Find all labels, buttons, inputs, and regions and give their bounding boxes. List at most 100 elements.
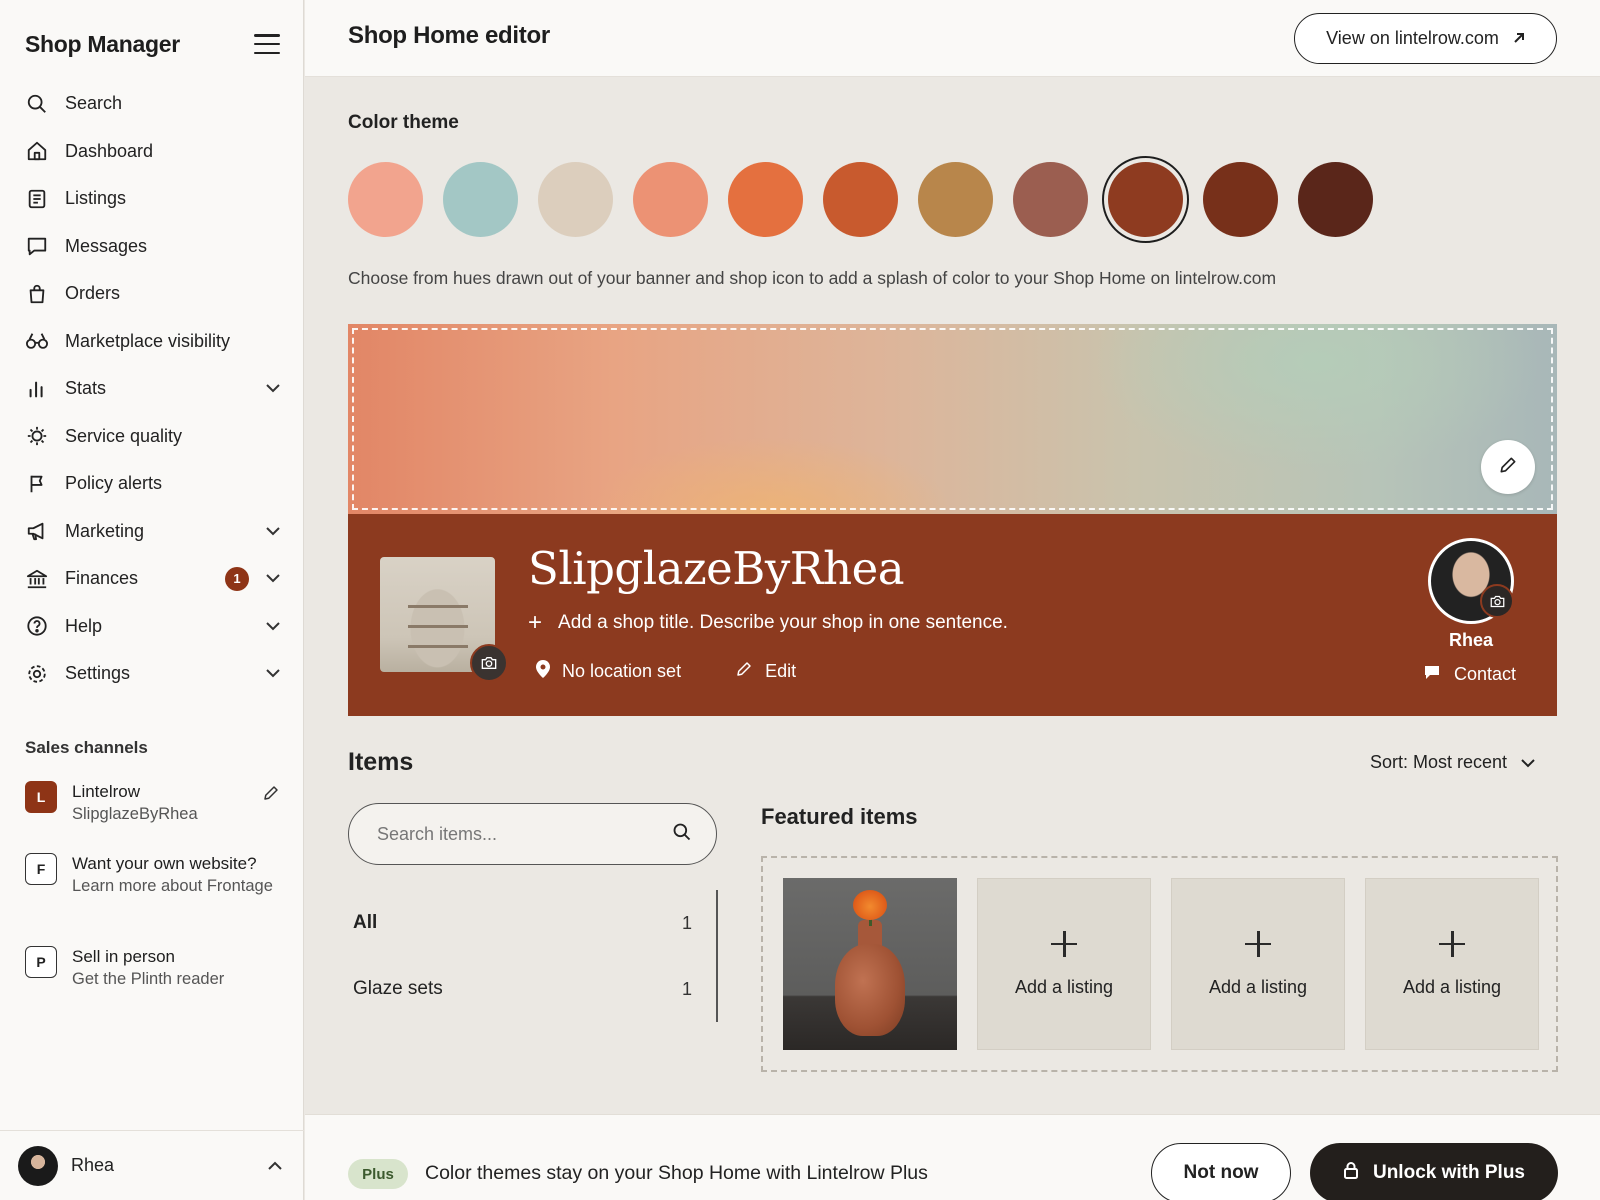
view-on-site-button[interactable]: View on lintelrow.com: [1294, 13, 1557, 64]
sidebar-item-listings[interactable]: Listings: [25, 175, 283, 223]
items-title: Items: [348, 748, 414, 776]
sidebar-item-label: Finances: [65, 568, 139, 589]
view-on-site-label: View on lintelrow.com: [1326, 28, 1499, 48]
sidebar-item-dashboard[interactable]: Dashboard: [25, 128, 283, 176]
sidebar-item-orders[interactable]: Orders: [25, 270, 283, 318]
channel-icon: F: [25, 853, 57, 885]
pencil-icon[interactable]: [259, 781, 283, 805]
owner-name: Rhea: [1448, 630, 1493, 650]
channel-lintelrow[interactable]: L Lintelrow SlipglazeByRhea: [25, 781, 283, 825]
chevron-down-icon[interactable]: [263, 527, 283, 536]
channel-frontage[interactable]: F Want your own website? Learn more abou…: [25, 853, 283, 897]
add-shop-title-button[interactable]: + Add a shop title. Describe your shop i…: [528, 609, 1008, 637]
channel-icon: L: [25, 781, 57, 813]
sidebar-item-stats[interactable]: Stats: [25, 365, 283, 413]
account-menu[interactable]: Rhea: [0, 1130, 304, 1200]
category-label: All: [353, 912, 378, 933]
add-listing-label: Add a listing: [1208, 976, 1308, 997]
contact-button[interactable]: Contact: [1424, 664, 1516, 685]
sidebar-item-marketing[interactable]: Marketing: [25, 508, 283, 556]
chevron-down-icon[interactable]: [263, 384, 283, 393]
chevron-down-icon[interactable]: [263, 574, 283, 583]
channel-icon: P: [25, 946, 57, 978]
gear-icon: [25, 662, 49, 686]
sidebar-item-search[interactable]: Search: [25, 80, 283, 128]
color-swatch[interactable]: [538, 162, 613, 237]
color-swatch[interactable]: [1298, 162, 1373, 237]
contact-label: Contact: [1454, 664, 1517, 684]
search-items-input[interactable]: [377, 823, 672, 845]
add-listing-button[interactable]: Add a listing: [977, 878, 1151, 1050]
color-theme-title: Color theme: [348, 112, 459, 133]
flag-icon: [25, 472, 49, 496]
location: No location set: [536, 660, 681, 683]
featured-listing-vase[interactable]: [783, 878, 957, 1050]
category-list: All 1 Glaze sets 1: [348, 890, 718, 1022]
lock-icon: [1343, 1161, 1359, 1185]
color-swatch[interactable]: [1102, 156, 1189, 243]
color-swatch[interactable]: [1013, 162, 1088, 237]
help-icon: [25, 614, 49, 638]
unlock-with-plus-button[interactable]: Unlock with Plus: [1310, 1143, 1558, 1200]
color-theme-description: Choose from hues drawn out of your banne…: [348, 268, 1277, 288]
plus-icon: +: [528, 609, 543, 636]
color-swatch[interactable]: [633, 162, 708, 237]
shop-meta: No location set Edit: [536, 660, 796, 683]
add-listing-button[interactable]: Add a listing: [1365, 878, 1539, 1050]
color-swatch[interactable]: [443, 162, 518, 237]
category-item-glaze-sets[interactable]: Glaze sets 1: [348, 956, 716, 1022]
search-icon[interactable]: [672, 822, 692, 847]
channel-subtitle: SlipglazeByRhea: [72, 805, 198, 823]
chevron-down-icon: [1521, 752, 1535, 773]
sidebar-item-service-quality[interactable]: Service quality: [25, 413, 283, 461]
sidebar-item-marketplace-visibility[interactable]: Marketplace visibility: [25, 318, 283, 366]
category-count: 1: [681, 978, 692, 999]
sidebar-item-settings[interactable]: Settings: [25, 650, 283, 698]
menu-icon[interactable]: [254, 34, 280, 54]
avatar: [18, 1145, 58, 1186]
add-listing-button[interactable]: Add a listing: [1171, 878, 1345, 1050]
page-title: Shop Home editor: [348, 22, 550, 49]
notification-badge: 1: [225, 566, 249, 591]
plus-icon: [1439, 930, 1465, 957]
shop-banner[interactable]: [348, 324, 1557, 514]
not-now-button[interactable]: Not now: [1151, 1143, 1291, 1200]
color-swatch[interactable]: [823, 162, 898, 237]
edit-location-button[interactable]: Edit: [735, 660, 796, 683]
sidebar: Shop Manager Search Dashboard Listings M…: [0, 0, 304, 1200]
chevron-down-icon[interactable]: [263, 622, 283, 631]
chevron-up-icon: [268, 1157, 282, 1175]
color-swatch[interactable]: [1203, 162, 1278, 237]
search-icon: [25, 92, 49, 116]
edit-banner-button[interactable]: [1481, 440, 1535, 494]
bag-icon: [25, 282, 49, 306]
channel-plinth[interactable]: P Sell in person Get the Plinth reader: [25, 946, 283, 990]
location-text: No location set: [562, 661, 682, 681]
topbar: Shop Home editor View on lintelrow.com: [305, 0, 1600, 77]
user-name: Rhea: [71, 1155, 115, 1175]
sort-dropdown[interactable]: Sort: Most recent: [1370, 752, 1535, 773]
camera-icon[interactable]: [1480, 584, 1514, 618]
sidebar-item-messages[interactable]: Messages: [25, 223, 283, 271]
sidebar-item-label: Help: [65, 615, 103, 636]
add-listing-label: Add a listing: [1402, 976, 1502, 997]
shop-name: SlipglazeByRhea: [528, 542, 905, 595]
sidebar-item-help[interactable]: Help: [25, 603, 283, 651]
channel-subtitle: Learn more about Frontage: [72, 877, 273, 895]
category-item-all[interactable]: All 1: [348, 890, 716, 956]
color-swatch[interactable]: [728, 162, 803, 237]
sidebar-item-policy-alerts[interactable]: Policy alerts: [25, 460, 283, 508]
featured-items-title: Featured items: [761, 804, 918, 829]
color-swatch[interactable]: [348, 162, 423, 237]
megaphone-icon: [25, 519, 49, 543]
color-swatches: [348, 156, 1373, 243]
color-swatch[interactable]: [918, 162, 993, 237]
sidebar-item-label: Settings: [65, 663, 131, 684]
camera-icon[interactable]: [470, 644, 508, 682]
shop-header: SlipglazeByRhea + Add a shop title. Desc…: [348, 514, 1557, 716]
sidebar-item-finances[interactable]: Finances 1: [25, 555, 283, 603]
chevron-down-icon[interactable]: [263, 669, 283, 678]
add-listing-label: Add a listing: [1014, 976, 1114, 997]
channel-subtitle: Get the Plinth reader: [72, 970, 225, 988]
add-shop-title-label: Add a shop title. Describe your shop in …: [558, 612, 1008, 633]
